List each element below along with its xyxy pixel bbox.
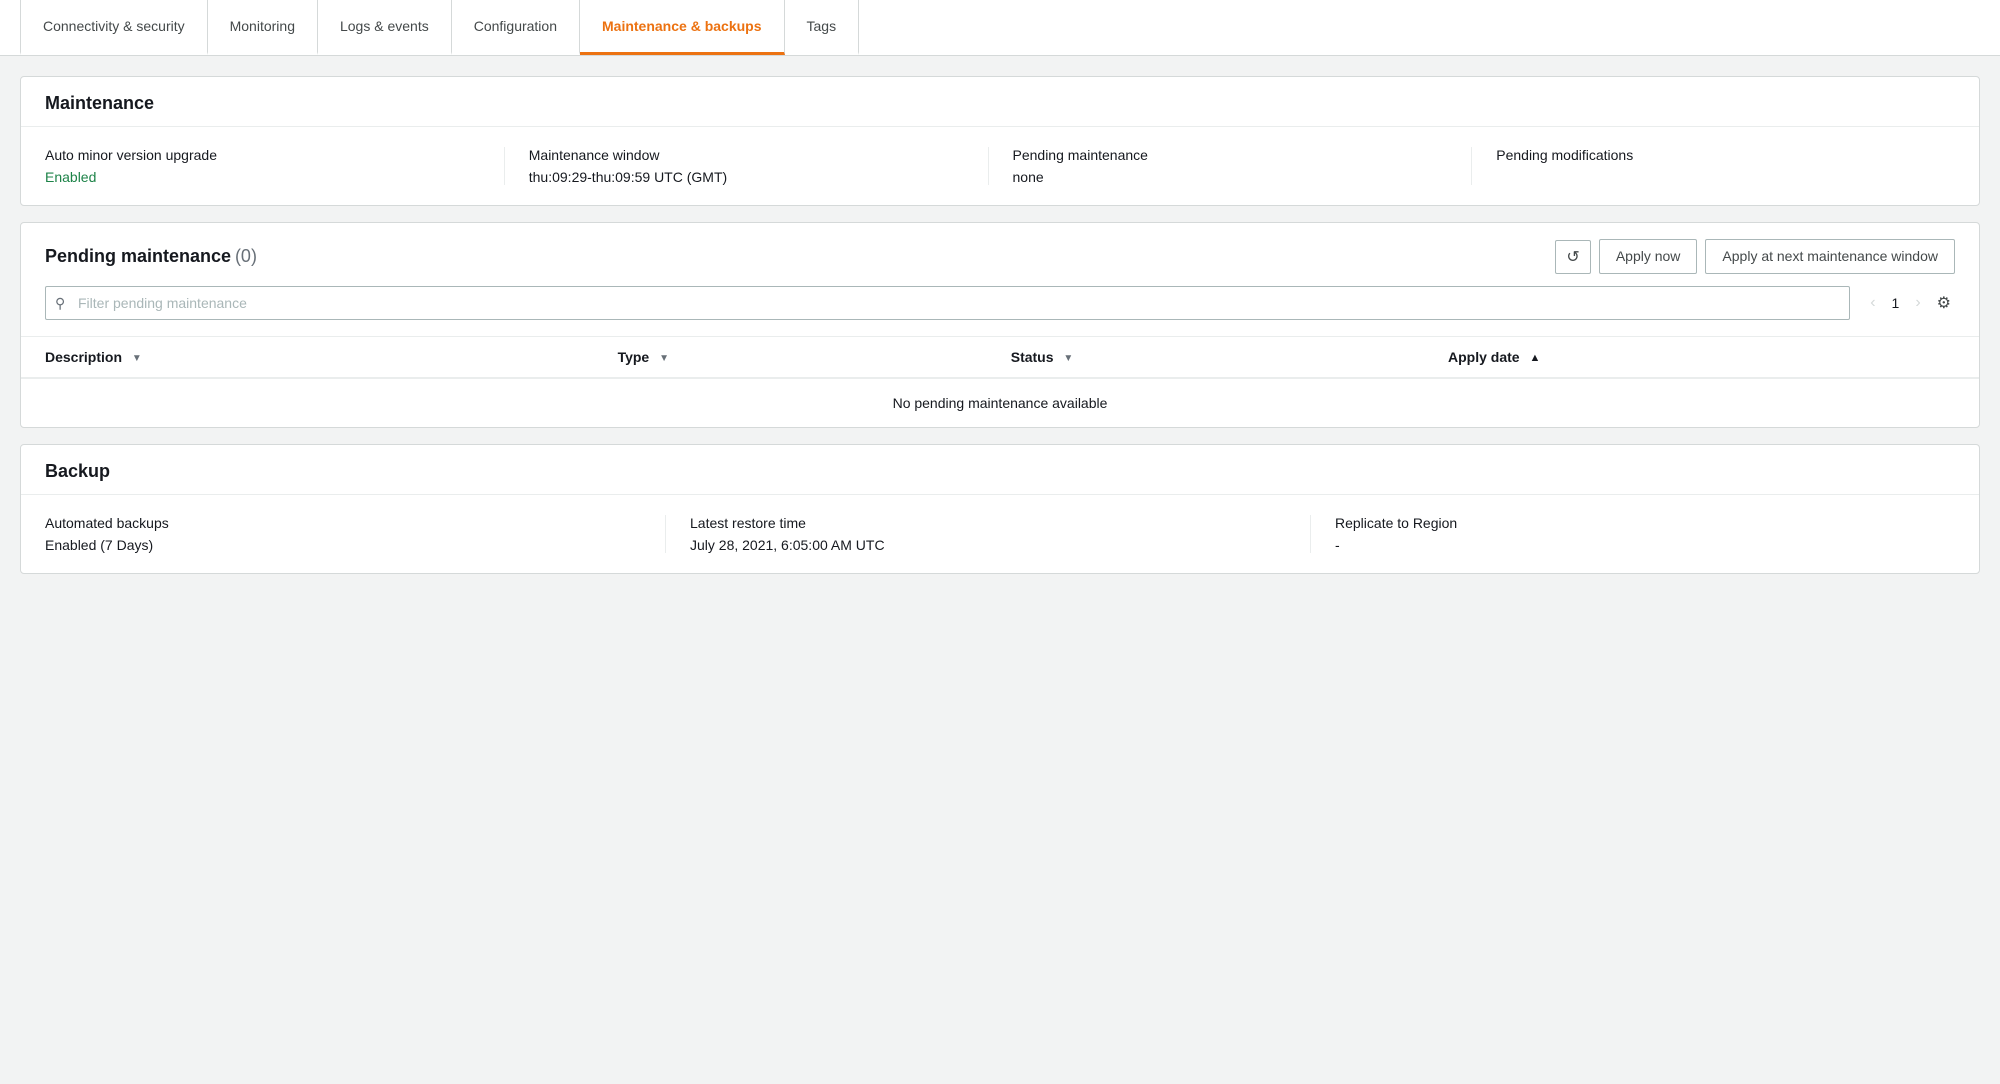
col-type[interactable]: Type ▼	[594, 337, 987, 378]
refresh-icon: ↺	[1566, 247, 1579, 267]
col-description-label: Description	[45, 349, 122, 365]
empty-row: No pending maintenance available	[21, 378, 1979, 427]
maintenance-window-value: thu:09:29-thu:09:59 UTC (GMT)	[529, 169, 964, 185]
next-page-button[interactable]: ›	[1907, 290, 1928, 316]
col-status[interactable]: Status ▼	[987, 337, 1424, 378]
pending-maintenance-title: Pending maintenance	[45, 246, 231, 266]
col-description-sort-icon: ▼	[132, 353, 142, 364]
empty-message: No pending maintenance available	[21, 378, 1979, 427]
main-content: Maintenance Auto minor version upgrade E…	[0, 56, 2000, 594]
col-description[interactable]: Description ▼	[21, 337, 594, 378]
col-apply-date[interactable]: Apply date ▲	[1424, 337, 1979, 378]
latest-restore-cell: Latest restore time July 28, 2021, 6:05:…	[665, 515, 1310, 553]
backup-card-header: Backup	[21, 445, 1979, 495]
pending-maintenance-table: Description ▼ Type ▼ Status ▼ Apply da	[21, 337, 1979, 427]
tab-configuration[interactable]: Configuration	[452, 0, 580, 55]
tab-maintenance[interactable]: Maintenance & backups	[580, 0, 785, 55]
search-row: ⚲ ‹ 1 › ⚙	[21, 286, 1979, 336]
replicate-region-label: Replicate to Region	[1335, 515, 1931, 531]
apply-now-button[interactable]: Apply now	[1599, 239, 1698, 274]
prev-page-button[interactable]: ‹	[1862, 290, 1883, 316]
auto-minor-value: Enabled	[45, 169, 480, 185]
pending-maintenance-title-wrap: Pending maintenance (0)	[45, 246, 257, 267]
maintenance-title: Maintenance	[45, 93, 154, 113]
automated-backups-value: Enabled (7 Days)	[45, 537, 641, 553]
table-head: Description ▼ Type ▼ Status ▼ Apply da	[21, 337, 1979, 378]
page-number: 1	[1888, 295, 1904, 311]
table-header-row: Description ▼ Type ▼ Status ▼ Apply da	[21, 337, 1979, 378]
maintenance-card-header: Maintenance	[21, 77, 1979, 127]
replicate-region-value: -	[1335, 537, 1931, 553]
maintenance-info-row: Auto minor version upgrade Enabled Maint…	[45, 147, 1955, 185]
backup-info-row: Automated backups Enabled (7 Days) Lates…	[21, 495, 1979, 573]
pending-maintenance-value: none	[1013, 169, 1448, 185]
refresh-button[interactable]: ↺	[1555, 240, 1590, 274]
maintenance-window-label: Maintenance window	[529, 147, 964, 163]
latest-restore-value: July 28, 2021, 6:05:00 AM UTC	[690, 537, 1286, 553]
latest-restore-label: Latest restore time	[690, 515, 1286, 531]
tab-navigation: Connectivity & security Monitoring Logs …	[0, 0, 2000, 56]
pending-modifications-label: Pending modifications	[1496, 147, 1931, 163]
maintenance-card-body: Auto minor version upgrade Enabled Maint…	[21, 127, 1979, 205]
col-apply-date-sort-icon: ▲	[1529, 352, 1540, 364]
pending-modifications-cell: Pending modifications	[1471, 147, 1955, 185]
auto-minor-label: Auto minor version upgrade	[45, 147, 480, 163]
pending-maintenance-card: Pending maintenance (0) ↺ Apply now Appl…	[20, 222, 1980, 428]
backup-title: Backup	[45, 461, 110, 481]
pending-maintenance-label: Pending maintenance	[1013, 147, 1448, 163]
col-type-label: Type	[618, 349, 650, 365]
auto-minor-cell: Auto minor version upgrade Enabled	[45, 147, 504, 185]
search-input[interactable]	[45, 286, 1850, 320]
pagination: ‹ 1 › ⚙	[1862, 289, 1955, 317]
maintenance-window-cell: Maintenance window thu:09:29-thu:09:59 U…	[504, 147, 988, 185]
pending-actions-group: ↺ Apply now Apply at next maintenance wi…	[1555, 239, 1955, 274]
table-settings-button[interactable]: ⚙	[1933, 289, 1955, 317]
pending-maintenance-cell: Pending maintenance none	[988, 147, 1472, 185]
col-status-sort-icon: ▼	[1063, 353, 1073, 364]
col-status-label: Status	[1011, 349, 1054, 365]
backup-card: Backup Automated backups Enabled (7 Days…	[20, 444, 1980, 574]
pending-table-wrap: Description ▼ Type ▼ Status ▼ Apply da	[21, 336, 1979, 427]
automated-backups-cell: Automated backups Enabled (7 Days)	[45, 515, 665, 553]
automated-backups-label: Automated backups	[45, 515, 641, 531]
replicate-region-cell: Replicate to Region -	[1310, 515, 1955, 553]
col-type-sort-icon: ▼	[659, 353, 669, 364]
search-container: ⚲	[45, 286, 1850, 320]
tab-monitoring[interactable]: Monitoring	[208, 0, 318, 55]
pending-maintenance-count: (0)	[235, 246, 257, 266]
tab-tags[interactable]: Tags	[785, 0, 860, 55]
tab-logs[interactable]: Logs & events	[318, 0, 452, 55]
maintenance-card: Maintenance Auto minor version upgrade E…	[20, 76, 1980, 206]
search-icon: ⚲	[55, 295, 65, 312]
table-body: No pending maintenance available	[21, 378, 1979, 427]
tab-connectivity[interactable]: Connectivity & security	[20, 0, 208, 55]
apply-next-maintenance-button[interactable]: Apply at next maintenance window	[1705, 239, 1955, 274]
col-apply-date-label: Apply date	[1448, 349, 1520, 365]
pending-maintenance-header: Pending maintenance (0) ↺ Apply now Appl…	[21, 223, 1979, 286]
